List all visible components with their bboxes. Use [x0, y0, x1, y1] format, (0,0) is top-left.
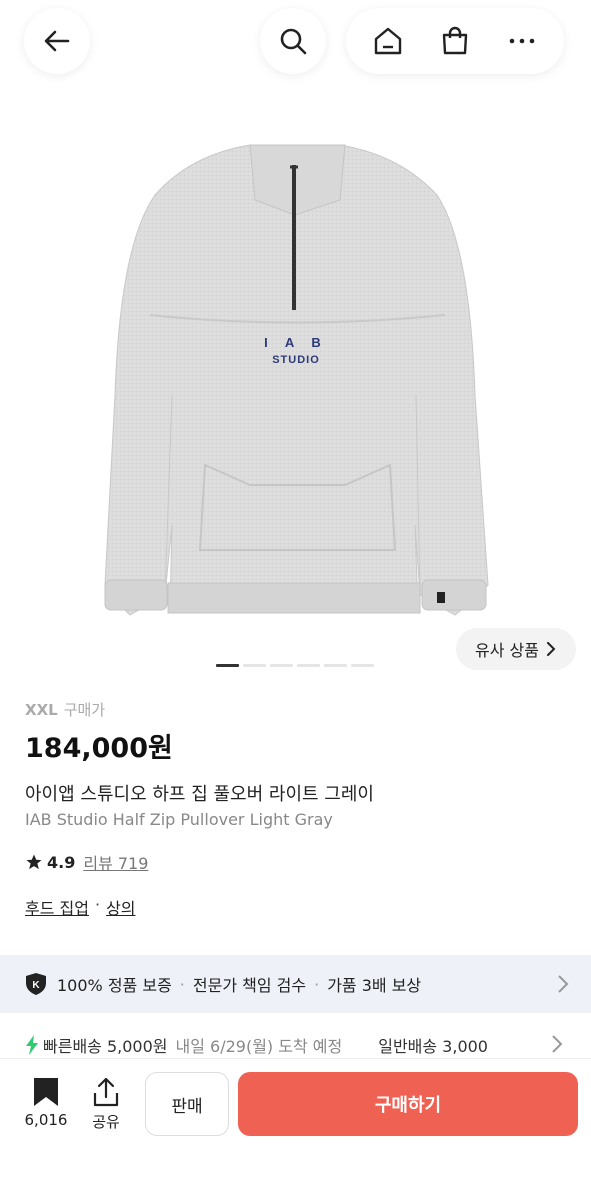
- back-button[interactable]: [24, 8, 90, 74]
- search-icon: [280, 28, 307, 55]
- lightning-icon: [26, 1035, 38, 1055]
- delivery-eta: 내일 6/29(월) 도착 예정: [175, 1037, 343, 1056]
- normal-shipping: 일반배송 3,000: [378, 1037, 488, 1056]
- home-button[interactable]: [360, 13, 416, 69]
- chevron-right-icon: [558, 975, 569, 993]
- image-pager: [216, 664, 374, 667]
- pager-dot: [243, 664, 266, 667]
- pager-dot: [351, 664, 374, 667]
- rating-score: 4.9: [47, 852, 76, 872]
- similar-products-button[interactable]: 유사 상품: [456, 628, 576, 670]
- cart-button[interactable]: [427, 13, 483, 69]
- product-name-en: IAB Studio Half Zip Pullover Light Gray: [25, 810, 333, 829]
- price-label: 구매가: [63, 701, 106, 719]
- product-name-ko: 아이앱 스튜디오 하프 집 풀오버 라이트 그레이: [25, 784, 374, 805]
- pager-dot: [324, 664, 347, 667]
- category-separator: ·: [94, 895, 101, 914]
- bookmark-button[interactable]: 6,016: [20, 1077, 72, 1129]
- rating-row: 4.9 리뷰 719: [25, 850, 148, 874]
- svg-text:K: K: [32, 980, 40, 991]
- authenticity-banner[interactable]: K 100% 정품 보증 · 전문가 책임 검수 · 가품 3배 보상: [0, 955, 591, 1013]
- category-row: 후드 집업 · 상의: [25, 895, 136, 919]
- size-price-label: XXL 구매가: [25, 699, 105, 720]
- pullover-illustration: I A B STUDIO: [104, 144, 489, 616]
- guarantee-item: 가품 3배 보상: [327, 976, 422, 995]
- pager-dot: [216, 664, 239, 667]
- product-image[interactable]: I A B STUDIO: [0, 95, 591, 675]
- buy-button[interactable]: 구매하기: [238, 1072, 578, 1136]
- bottom-action-bar: 6,016 공유 판매 구매하기: [0, 1058, 591, 1200]
- more-horizontal-icon: [510, 38, 535, 44]
- chevron-right-icon: [546, 642, 556, 656]
- search-button[interactable]: [260, 8, 326, 74]
- shield-icon: K: [26, 973, 46, 995]
- bookmark-count: 6,016: [24, 1111, 68, 1129]
- share-label: 공유: [92, 1113, 120, 1131]
- category-link-hood[interactable]: 후드 집업: [25, 895, 89, 919]
- review-link[interactable]: 리뷰 719: [83, 850, 148, 874]
- fast-shipping: 빠른배송 5,000원: [43, 1037, 168, 1056]
- home-icon: [374, 27, 401, 55]
- pager-dot: [270, 664, 293, 667]
- top-action-bar: [346, 8, 564, 74]
- print-bottom: STUDIO: [272, 354, 320, 366]
- bookmark-icon: [34, 1078, 58, 1106]
- buy-label: 구매하기: [374, 1095, 442, 1116]
- print-top: I A B: [264, 335, 328, 350]
- star-icon: [26, 854, 42, 870]
- guarantee-sep: ·: [314, 974, 320, 994]
- category-link-top[interactable]: 상의: [106, 895, 135, 919]
- share-icon: [93, 1077, 119, 1107]
- share-button[interactable]: 공유: [86, 1077, 126, 1132]
- sell-button[interactable]: 판매: [145, 1072, 229, 1136]
- shopping-bag-icon: [442, 26, 468, 55]
- pager-dot: [297, 664, 320, 667]
- sell-label: 판매: [171, 1096, 203, 1117]
- chevron-right-icon: [550, 1034, 564, 1054]
- selected-size: XXL: [25, 701, 58, 719]
- arrow-left-icon: [44, 30, 70, 52]
- guarantee-item: 전문가 책임 검수: [192, 976, 307, 995]
- guarantee-sep: ·: [179, 974, 185, 994]
- more-button[interactable]: [494, 13, 550, 69]
- price: 184,000원: [25, 733, 173, 764]
- similar-products-label: 유사 상품: [475, 641, 539, 660]
- guarantee-item: 100% 정품 보증: [57, 976, 172, 995]
- shipping-row[interactable]: 빠른배송 5,000원 내일 6/29(월) 도착 예정 일반배송 3,000: [25, 1031, 591, 1059]
